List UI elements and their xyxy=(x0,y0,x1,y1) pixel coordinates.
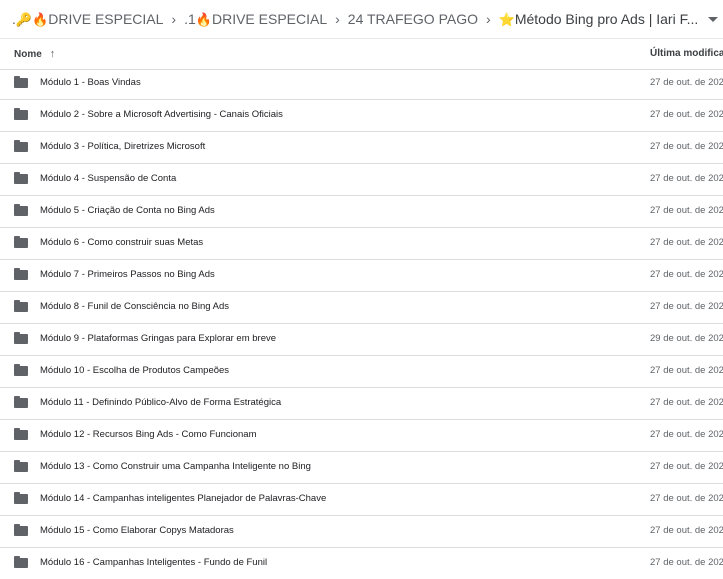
breadcrumb: . 🔑🔥 DRIVE ESPECIAL › .1 🔥 DRIVE ESPECIA… xyxy=(0,0,723,38)
folder-name: Módulo 2 - Sobre a Microsoft Advertising… xyxy=(40,109,283,120)
chevron-right-icon: › xyxy=(335,11,340,27)
folder-name: Módulo 14 - Campanhas inteligentes Plane… xyxy=(40,493,327,504)
table-row[interactable]: Módulo 1 - Boas Vindas 27 de out. de 2022 xyxy=(0,68,723,100)
modified-date: 27 de out. de 2022 xyxy=(650,397,723,408)
fire-icon: 🔥 xyxy=(195,11,212,27)
chevron-down-icon[interactable] xyxy=(708,16,719,22)
folder-icon xyxy=(14,396,28,408)
breadcrumb-item-1-drive-especial[interactable]: .1 🔥 DRIVE ESPECIAL xyxy=(184,11,327,27)
breadcrumb-label: DRIVE ESPECIAL xyxy=(211,11,328,27)
folder-name: Módulo 5 - Criação de Conta no Bing Ads xyxy=(40,205,215,216)
modified-date: 27 de out. de 2022 xyxy=(650,525,723,536)
folder-name: Módulo 16 - Campanhas Inteligentes - Fun… xyxy=(40,557,268,568)
modified-date: 27 de out. de 2022 xyxy=(650,493,723,504)
breadcrumb-item-trafego-pago[interactable]: 24 TRAFEGO PAGO xyxy=(348,11,478,27)
folder-name: Módulo 11 - Definindo Público-Alvo de Fo… xyxy=(40,397,282,408)
folder-icon xyxy=(14,204,28,216)
column-header-name[interactable]: Nome ↑ xyxy=(14,48,55,60)
table-row[interactable]: Módulo 15 - Como Elaborar Copys Matadora… xyxy=(0,516,723,548)
modified-date: 27 de out. de 2022 xyxy=(650,429,723,440)
folder-name: Módulo 1 - Boas Vindas xyxy=(40,77,141,88)
chevron-right-icon: › xyxy=(485,11,491,27)
modified-date: 27 de out. de 2022 xyxy=(650,365,723,376)
breadcrumb-label: Método Bing pro Ads | Iari F... xyxy=(514,11,699,27)
folder-icon xyxy=(14,556,28,568)
table-row[interactable]: Módulo 16 - Campanhas Inteligentes - Fun… xyxy=(0,548,723,579)
table-row[interactable]: Módulo 5 - Criação de Conta no Bing Ads 2… xyxy=(0,196,723,228)
arrow-up-icon[interactable]: ↑ xyxy=(50,48,56,60)
folder-name: Módulo 3 - Política, Diretrizes Microsof… xyxy=(40,141,206,152)
folder-name: Módulo 6 - Como construir suas Metas xyxy=(40,237,204,248)
folder-name: Módulo 12 - Recursos Bing Ads - Como Fun… xyxy=(40,429,257,440)
star-icon: ⭐ xyxy=(498,11,515,27)
table-row[interactable]: Módulo 11 - Definindo Público-Alvo de Fo… xyxy=(0,388,723,420)
folder-icon xyxy=(14,140,28,152)
breadcrumb-item-current[interactable]: ⭐ Método Bing pro Ads | Iari F... xyxy=(499,11,719,27)
table-row[interactable]: Módulo 7 - Primeiros Passos no Bing Ads 2… xyxy=(0,260,723,292)
folder-icon xyxy=(14,268,28,280)
folder-icon xyxy=(14,76,28,88)
folder-name: Módulo 13 - Como Construir uma Campanha … xyxy=(40,461,311,472)
table-row[interactable]: Módulo 4 - Suspensão de Conta 27 de out. … xyxy=(0,164,723,196)
folder-icon xyxy=(14,460,28,472)
breadcrumb-label: 24 TRAFEGO PAGO xyxy=(347,11,478,27)
folder-name: Módulo 8 - Funil de Consciência no Bing … xyxy=(40,301,230,312)
folder-name: Módulo 4 - Suspensão de Conta xyxy=(40,173,177,184)
folder-name: Módulo 9 - Plataformas Gringas para Expl… xyxy=(40,333,277,344)
modified-date: 29 de out. de 2022 xyxy=(650,333,723,344)
column-header-row: Nome ↑ Última modificação xyxy=(0,39,723,70)
folder-icon xyxy=(14,332,28,344)
table-row[interactable]: Módulo 3 - Política, Diretrizes Microsof… xyxy=(0,132,723,164)
chevron-right-icon: › xyxy=(171,11,177,27)
folder-name: Módulo 15 - Como Elaborar Copys Matadora… xyxy=(40,525,234,536)
table-row[interactable]: Módulo 14 - Campanhas inteligentes Plane… xyxy=(0,484,723,516)
modified-date: 27 de out. de 2022 xyxy=(650,237,723,248)
key-fire-icon: 🔑🔥 xyxy=(15,11,49,27)
folder-icon xyxy=(14,300,28,312)
breadcrumb-label: DRIVE ESPECIAL xyxy=(48,11,164,27)
modified-date: 27 de out. de 2022 xyxy=(650,109,723,120)
modified-date: 27 de out. de 2022 xyxy=(650,269,723,280)
table-row[interactable]: Módulo 2 - Sobre a Microsoft Advertising… xyxy=(0,100,723,132)
folder-icon xyxy=(14,364,28,376)
table-row[interactable]: Módulo 13 - Como Construir uma Campanha … xyxy=(0,452,723,484)
modified-date: 27 de out. de 2022 xyxy=(650,205,723,216)
folder-icon xyxy=(14,428,28,440)
folder-icon xyxy=(14,524,28,536)
modified-date: 27 de out. de 2022 xyxy=(650,557,723,568)
modified-date: 27 de out. de 2022 xyxy=(650,173,723,184)
modified-date: 27 de out. de 2022 xyxy=(650,301,723,312)
column-header-name-label: Nome xyxy=(14,48,42,60)
modified-date: 27 de out. de 2022 xyxy=(650,461,723,472)
table-row[interactable]: Módulo 9 - Plataformas Gringas para Expl… xyxy=(0,324,723,356)
table-row[interactable]: Módulo 6 - Como construir suas Metas 27 d… xyxy=(0,228,723,260)
table-row[interactable]: Módulo 10 - Escolha de Produtos Campeões… xyxy=(0,356,723,388)
column-header-modified[interactable]: Última modificação xyxy=(650,48,723,59)
folder-icon xyxy=(14,172,28,184)
folder-icon xyxy=(14,236,28,248)
folder-icon xyxy=(14,492,28,504)
modified-date: 27 de out. de 2022 xyxy=(650,77,723,88)
folder-icon xyxy=(14,108,28,120)
breadcrumb-item-drive-especial[interactable]: . 🔑🔥 DRIVE ESPECIAL xyxy=(12,11,163,27)
table-row[interactable]: Módulo 12 - Recursos Bing Ads - Como Fun… xyxy=(0,420,723,452)
file-list: Módulo 1 - Boas Vindas 27 de out. de 2022… xyxy=(0,68,723,579)
folder-name: Módulo 10 - Escolha de Produtos Campeões xyxy=(40,365,230,376)
table-row[interactable]: Módulo 8 - Funil de Consciência no Bing … xyxy=(0,292,723,324)
modified-date: 27 de out. de 2022 xyxy=(650,141,723,152)
breadcrumb-prefix: .1 xyxy=(184,11,196,27)
folder-name: Módulo 7 - Primeiros Passos no Bing Ads xyxy=(40,269,215,280)
